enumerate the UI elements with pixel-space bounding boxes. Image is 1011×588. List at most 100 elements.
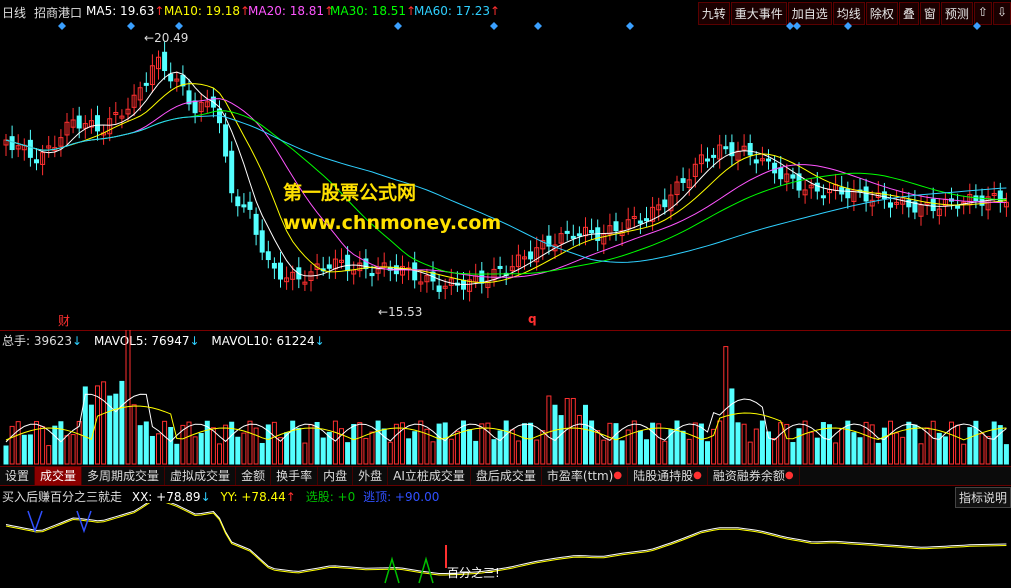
volume-bar (174, 443, 180, 465)
indicator-chart[interactable] (0, 503, 1011, 588)
volume-bar (436, 423, 442, 465)
volume-bar (595, 430, 601, 465)
volume-bar (296, 427, 302, 465)
volume-bar (3, 445, 9, 465)
finance-marker[interactable]: 财 (58, 312, 70, 329)
volume-bar (308, 424, 314, 465)
volume-bar (680, 430, 686, 465)
candle-body (247, 201, 253, 210)
volume-bar (21, 434, 27, 465)
volume-bar (131, 404, 137, 465)
volume-bar (64, 435, 70, 465)
volume-bar (406, 438, 412, 465)
volume-bar (143, 421, 149, 465)
tab-10[interactable]: 市盈率(ttm)● (542, 467, 629, 485)
ma5-line (5, 71, 1007, 286)
volume-bar (729, 388, 735, 465)
volume-bar (900, 436, 906, 465)
volume-bar (613, 423, 619, 465)
yy-label: YY: +78.44 (220, 490, 286, 504)
volume-bar (644, 439, 649, 465)
volume-bar (772, 438, 778, 465)
volume-bar (357, 422, 363, 465)
volume-bar (186, 421, 192, 465)
candle-body (278, 262, 283, 280)
volume-bar (985, 436, 991, 465)
candle-body (930, 198, 936, 212)
candle-body (997, 190, 1003, 203)
xx-label: XX: +78.89 (131, 490, 201, 504)
signal-diamond (844, 22, 852, 30)
tab-6[interactable]: 内盘 (318, 467, 354, 485)
volume-bar (747, 441, 753, 465)
candle-body (888, 202, 893, 208)
candle-body (772, 162, 778, 174)
volume-bar (522, 423, 527, 465)
volume-bar (796, 428, 802, 465)
volume-bar (46, 445, 52, 465)
candle-body (34, 159, 39, 164)
volume-bar (485, 422, 491, 465)
volume-bar (857, 437, 863, 465)
watermark-url: www.chnmoney.com (283, 212, 502, 234)
volume-bar (570, 397, 576, 465)
volume-bar (247, 420, 253, 465)
volume-bar (918, 443, 924, 465)
event-marker[interactable]: q (528, 312, 537, 326)
volume-bar (650, 422, 656, 465)
candle-body (76, 115, 82, 129)
candlestick-chart[interactable] (0, 0, 1011, 330)
candle-body (644, 218, 649, 222)
volume-bar (1003, 444, 1009, 465)
candle-body (326, 264, 332, 269)
tab-12[interactable]: 融资融券余额● (708, 467, 800, 485)
candle-body (845, 188, 851, 199)
candle-body (9, 136, 15, 151)
volume-bar (997, 425, 1003, 465)
volume-bar (302, 442, 308, 465)
volume-bar (375, 420, 381, 465)
tab-1[interactable]: 成交量 (35, 467, 83, 485)
volume-bar (40, 426, 46, 465)
candle-body (662, 199, 668, 208)
indicator-name[interactable]: 买入后赚百分之三就走 (2, 490, 122, 504)
tab-9[interactable]: 盘后成交量 (471, 467, 542, 485)
volume-bar (149, 435, 155, 465)
volume-bar (540, 430, 546, 465)
tab-3[interactable]: 虚拟成交量 (165, 467, 237, 485)
candle-body (345, 254, 351, 272)
volume-bar (546, 395, 552, 465)
volume-bar (156, 433, 161, 465)
tab-8[interactable]: AI立桩成交量 (388, 467, 471, 485)
signal-diamond (786, 22, 794, 30)
tab-0[interactable]: 设置 (0, 467, 36, 485)
candle-body (564, 230, 570, 234)
candle-body (753, 159, 759, 164)
tab-4[interactable]: 金额 (236, 467, 272, 485)
volume-bar (412, 431, 418, 465)
volume-bar (70, 434, 76, 465)
xx-line (5, 503, 1007, 574)
candle-body (27, 139, 33, 158)
sell-signal-icon (27, 510, 43, 534)
volume-bar (515, 440, 521, 465)
volume-bar (461, 420, 466, 465)
volume-bar (290, 420, 296, 465)
volume-bar (473, 440, 479, 465)
volume-bar (698, 423, 704, 465)
signal-diamond (490, 22, 498, 30)
volume-bar (34, 421, 39, 465)
volume-bar (113, 393, 119, 465)
candle-body (790, 174, 796, 179)
tab-2[interactable]: 多周期成交量 (82, 467, 166, 485)
volume-bar (942, 436, 948, 465)
volume-bar (430, 441, 436, 465)
tab-11[interactable]: 陆股通持股● (628, 467, 708, 485)
volume-chart[interactable] (0, 330, 1011, 466)
tab-5[interactable]: 换手率 (271, 467, 319, 485)
tab-7[interactable]: 外盘 (353, 467, 389, 485)
signal-diamond (175, 22, 183, 30)
candle-body (723, 146, 729, 150)
volume-bar (888, 420, 893, 465)
watermark-title: 第一股票公式网 (283, 182, 417, 204)
